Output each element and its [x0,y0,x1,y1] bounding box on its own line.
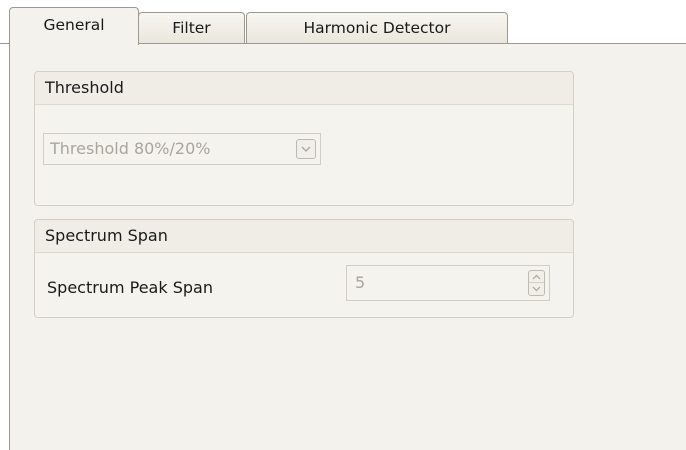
general-tab-page: Threshold Threshold 80%/20% Spectrum Spa… [9,44,686,450]
spectrum-peak-span-value: 5 [355,273,366,292]
spectrum-span-group-header: Spectrum Span [35,220,573,253]
threshold-combobox-value: Threshold 80%/20% [50,139,211,158]
spectrum-peak-span-spin-buttons [528,270,545,296]
tab-harmonic-detector[interactable]: Harmonic Detector [246,12,508,44]
spectrum-peak-span-spinbox[interactable]: 5 [346,265,550,301]
tab-filter[interactable]: Filter [138,12,245,44]
spectrum-span-group-title: Spectrum Span [45,226,168,245]
tab-harmonic-detector-label: Harmonic Detector [303,19,451,37]
threshold-group-title: Threshold [45,78,124,97]
tab-general[interactable]: General [9,7,139,45]
threshold-combobox[interactable]: Threshold 80%/20% [43,133,321,165]
threshold-group-header: Threshold [35,72,573,105]
tab-filter-label: Filter [172,19,211,37]
spectrum-peak-span-label: Spectrum Peak Span [47,278,213,297]
tab-general-label: General [43,16,105,34]
spin-down-icon [532,286,541,292]
threshold-combobox-dropdown-button[interactable] [296,139,316,159]
spin-up-button[interactable] [529,271,544,283]
threshold-group: Threshold Threshold 80%/20% [34,71,574,206]
spin-up-icon [532,274,541,280]
chevron-down-icon [301,146,311,152]
spectrum-span-group: Spectrum Span Spectrum Peak Span 5 [34,219,574,318]
spin-down-button[interactable] [529,283,544,295]
